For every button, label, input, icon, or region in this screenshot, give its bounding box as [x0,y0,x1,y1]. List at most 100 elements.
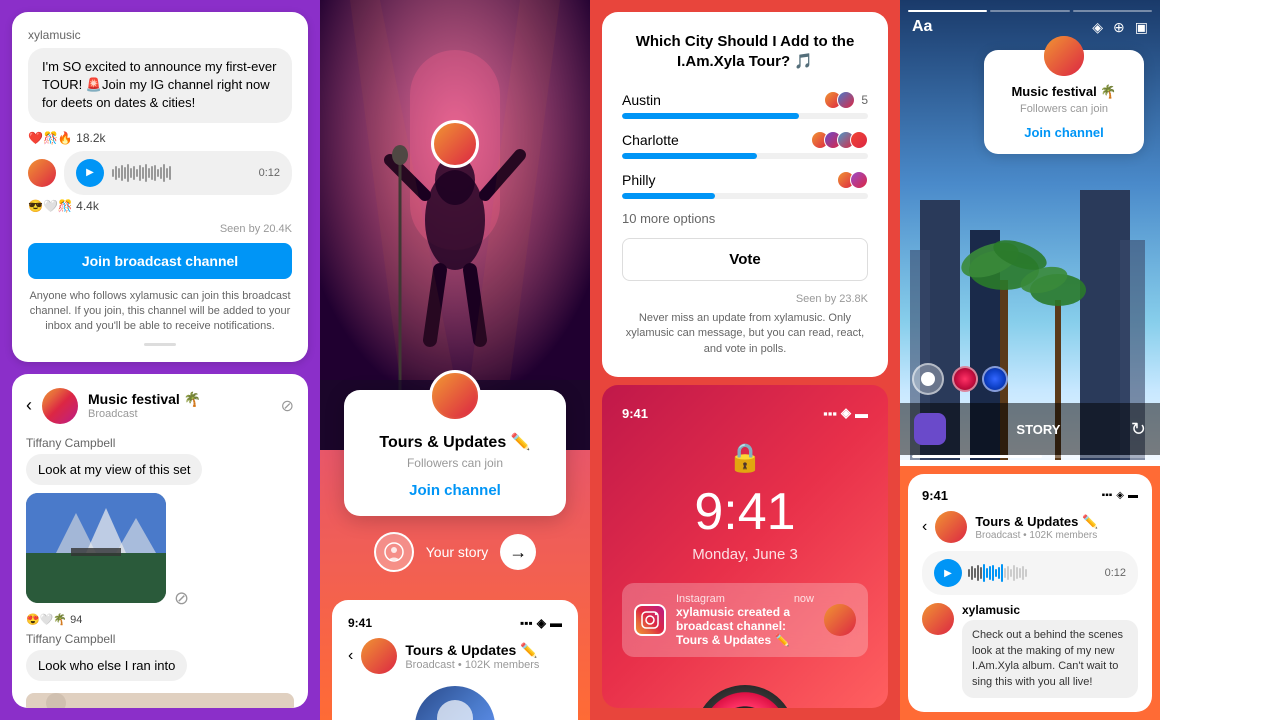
story-right-action-icons [952,366,1008,392]
waveform-bar [118,168,120,178]
col4-waveform-bar [998,567,1000,579]
waveform-bar [157,169,159,177]
waveform-bar [139,165,141,181]
vinyl-record [695,685,795,708]
poll-bar-fill-charlotte [622,153,757,159]
vote-button[interactable]: Vote [622,238,868,281]
waveform-bar [163,164,165,182]
story-progress-bar [912,455,1148,458]
channel-avatar [42,388,78,424]
poll-bar-fill-philly [622,193,715,199]
join-channel-link[interactable]: Join channel [409,482,501,499]
poll-card: Which City Should I Add to the I.Am.Xyla… [602,12,888,377]
waveform-bar [151,166,153,180]
waveform-bar [160,167,162,179]
poll-question: Which City Should I Add to the I.Am.Xyla… [622,32,868,71]
poll-option-header-charlotte: Charlotte [622,131,868,149]
back-icon-col4[interactable]: ‹ [922,518,927,536]
story-circle [374,532,414,572]
wifi-icon-col4: ◈ [1116,490,1124,501]
waveform-bar [133,166,135,180]
col4-waveform-bar [974,568,976,578]
col4-message-content: xylamusic Check out a behind the scenes … [962,603,1138,698]
audio-message: ▶ [64,151,292,195]
column-2: Tours & Updates ✏️ Followers can join Jo… [320,0,590,720]
poll-option-name-charlotte: Charlotte [622,132,679,148]
signal-icon: ▪▪▪ [520,616,533,630]
col4-waveform-bar [971,566,973,580]
column-3: Which City Should I Add to the I.Am.Xyla… [590,0,900,720]
chat-title-block: Music festival 🌴 Broadcast [88,391,271,420]
user-avatar [28,159,56,187]
poll-option-header-philly: Philly [622,171,868,189]
column-4: Aa ◈ ⊕ ▣ Music festival 🌴 Followers can … [900,0,1160,720]
story-color-picker-1[interactable] [952,366,978,392]
lockscreen-status-bar: 9:41 ▪▪▪ ◈ ▬ [622,405,868,421]
bookmark-icon[interactable]: ⊘ [174,588,189,609]
col2-status-bar: 9:41 ▪▪▪ ◈ ▬ [348,616,562,630]
story-left-controls [912,363,1008,395]
back-icon-col2[interactable]: ‹ [348,647,353,665]
notif-title: xylamusic created a broadcast channel: T… [676,605,814,647]
story-app-icon [914,413,946,445]
story-join-button[interactable]: Join channel [998,125,1130,140]
lock-date: Monday, June 3 [622,546,868,563]
channel-name-overlay: Tours & Updates ✏️ [360,432,550,452]
signal-icon-col4: ▪▪▪ [1102,490,1113,501]
col4-waveform-bar [1016,567,1018,579]
poll-bar-fill-austin [622,113,799,119]
story-viewer: Aa ◈ ⊕ ▣ Music festival 🌴 Followers can … [900,0,1160,466]
channel-avatar-svg [415,686,495,720]
story-camera-icon[interactable]: ⊕ [1113,19,1125,36]
channel-avatar-overlay [429,370,481,422]
waveform-bar [136,169,138,177]
story-controls-row [900,355,1160,403]
col4-channel-header: ‹ Tours & Updates ✏️ Broadcast • 102K me… [922,511,1138,543]
voter-avatar [850,131,868,149]
story-record-btn[interactable] [912,363,944,395]
story-gallery-icon[interactable]: ▣ [1135,19,1148,36]
waveform-bar [124,167,126,179]
preview-svg [26,693,294,708]
back-icon[interactable]: ‹ [26,395,32,416]
poll-option-header-austin: Austin 5 [622,91,868,109]
story-link-icon[interactable]: ◈ [1092,19,1103,36]
waveform-bar [169,166,171,180]
username-label: xylamusic [28,28,292,42]
waveform-bar [115,166,117,180]
voter-avatars-austin [824,91,855,109]
more-options-label: 10 more options [622,211,868,226]
flag-icon[interactable]: ⊘ [281,396,294,416]
story-label-text: STORY [1016,422,1060,437]
chat-image-inner [26,493,166,603]
wifi-icon: ◈ [841,405,851,421]
col4-play-btn[interactable]: ▶ [934,559,962,587]
col4-status-icons: ▪▪▪ ◈ ▬ [1102,490,1138,501]
col4-channel-info: Tours & Updates ✏️ Broadcast • 102K memb… [975,514,1098,541]
col4-channel-name: Tours & Updates ✏️ [975,514,1098,530]
sender-name-1: Tiffany Campbell [26,436,294,450]
join-broadcast-button[interactable]: Join broadcast channel [28,243,292,279]
voter-avatars-philly [837,171,868,189]
story-followers-text: Followers can join [998,103,1130,115]
waveform-bar [154,165,156,181]
notif-app-name: Instagram now [676,593,814,605]
col4-waveform-bar [986,568,988,578]
col4-audio-player: ▶ [922,551,1138,595]
waveform-bar [127,164,129,182]
col4-waveform-bar [1004,568,1006,578]
broadcast-card: xylamusic I'm SO excited to announce my … [12,12,308,362]
col4-waveform-bar [992,565,994,581]
notification-banner: Instagram now xylamusic created a broadc… [622,583,868,657]
story-channel-name: Music festival 🌴 [998,84,1130,100]
lockscreen-status-icons: ▪▪▪ ◈ ▬ [823,405,868,421]
notif-time: now [794,593,814,605]
col4-waveform-bar [1010,569,1012,577]
story-arrow-button[interactable]: → [500,534,536,570]
story-color-picker-2[interactable] [982,366,1008,392]
col2-channel-header: ‹ Tours & Updates ✏️ Broadcast • 102K me… [348,638,562,674]
story-refresh-icon[interactable]: ↻ [1131,419,1146,440]
story-right-icons: ◈ ⊕ ▣ [1092,19,1148,36]
chat-image [26,493,166,603]
play-button[interactable]: ▶ [76,159,104,187]
